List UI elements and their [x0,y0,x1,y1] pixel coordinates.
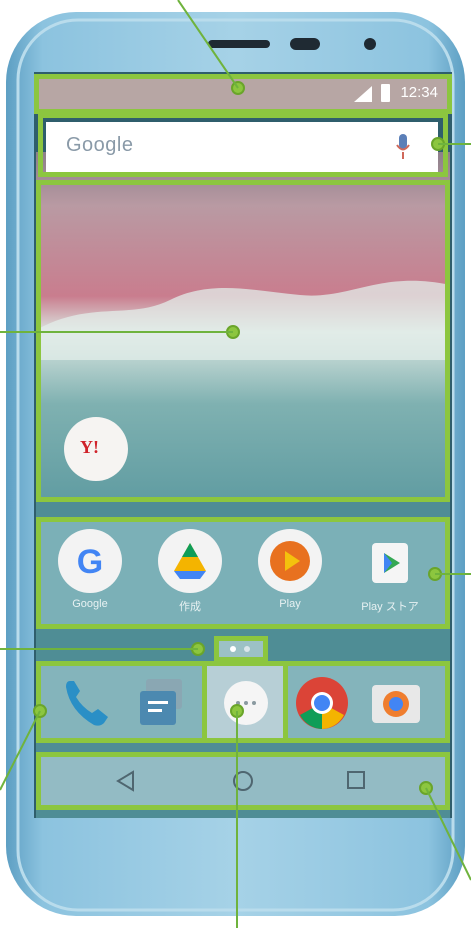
search-callout-dot [431,137,445,151]
home-screen-callout-dot [226,325,240,339]
status-bar-callout-dot [231,81,245,95]
status-bar-highlight [34,74,452,114]
app-row-callout-dot [428,567,442,581]
app-drawer-callout-dot [230,704,244,718]
dock-callout-dot [33,704,47,718]
page-indicator-highlight [214,636,268,662]
app-drawer-highlight [202,661,288,743]
home-screen-highlight [36,180,450,502]
app-row-highlight [36,517,450,629]
page-indicator-callout-dot [191,642,205,656]
nav-bar-callout-dot [419,781,433,795]
nav-bar-highlight [36,752,450,810]
